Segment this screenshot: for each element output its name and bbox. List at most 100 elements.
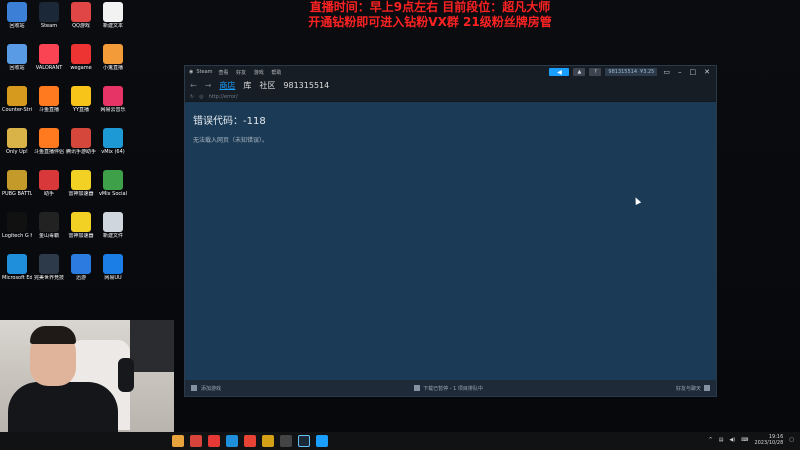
- yy-icon: [71, 86, 91, 106]
- tencent-icon: [71, 128, 91, 148]
- friends-chat-button[interactable]: 好友与聊天: [676, 385, 701, 392]
- display-icon[interactable]: ▭: [661, 68, 672, 76]
- broadcast-overlay: 直播时间：早上9点左右 目前段位：超凡大师 开通钻粉即可进入钻粉VX群 21级粉…: [230, 0, 630, 30]
- tab-library[interactable]: 库: [243, 80, 251, 91]
- desktop-icon[interactable]: 助手: [34, 170, 64, 197]
- notification-icon[interactable]: ▢: [789, 437, 794, 443]
- download-status[interactable]: 下载已暂停 - 1 项目排队中: [414, 385, 483, 392]
- download-status-text: 下载已暂停 - 1 项目排队中: [423, 385, 483, 392]
- desktop-icon[interactable]: 斗鱼直播: [34, 86, 64, 113]
- add-game-icon[interactable]: [191, 385, 197, 391]
- desktop-icon[interactable]: vMix Social: [98, 170, 128, 197]
- vmix-social-icon: [103, 170, 123, 190]
- desktop-icon[interactable]: 小鬼直播: [98, 44, 128, 71]
- desktop-icon[interactable]: QQ游戏: [66, 2, 96, 29]
- desktop-icon[interactable]: 雷神加速器: [66, 170, 96, 197]
- desktop-icon[interactable]: 迅游: [66, 254, 96, 281]
- desktop-icon-label: 斗鱼直播伴侣: [34, 149, 64, 155]
- uu-icon: [103, 254, 123, 274]
- desktop-icon-label: Counter-Strike: [2, 107, 32, 113]
- close-button[interactable]: ✕: [702, 68, 712, 76]
- steam-statusbar: 添加游戏 下载已暂停 - 1 项目排队中 好友与聊天: [185, 380, 716, 396]
- tab-community[interactable]: 社区: [259, 80, 275, 91]
- app-icon-blue[interactable]: [316, 435, 328, 447]
- desktop-icon[interactable]: vMix (64): [98, 128, 128, 155]
- tab-username[interactable]: 981315514: [283, 81, 329, 90]
- edge-taskbar-icon[interactable]: [226, 435, 238, 447]
- text-file-icon: [103, 2, 123, 22]
- desktop-icon[interactable]: YY直播: [66, 86, 96, 113]
- desktop-icon-label: 完美世界竞技平台: [34, 275, 64, 281]
- webcam-feed: [0, 320, 174, 432]
- desktop-icon-label: YY直播: [72, 107, 90, 113]
- desktop-icon[interactable]: 新建文件: [98, 212, 128, 239]
- error-page: 错误代码：-118 无法载入网页（未知错误）。: [185, 102, 716, 380]
- announcement-button[interactable]: ◀: [549, 68, 570, 76]
- desktop-icon[interactable]: Microsoft Edge: [2, 254, 32, 281]
- desktop-icon[interactable]: PUBG BATTLEGR: [2, 170, 32, 197]
- file-explorer-icon[interactable]: [172, 435, 184, 447]
- maximize-button[interactable]: □: [688, 68, 699, 76]
- desktop-icon[interactable]: Counter-Strike: [2, 86, 32, 113]
- app-icon-dark[interactable]: [280, 435, 292, 447]
- download-icon: [414, 385, 421, 391]
- wegame-icon: [71, 44, 91, 64]
- add-game-button[interactable]: 添加游戏: [201, 385, 221, 392]
- steam-title: Steam: [196, 69, 213, 75]
- error-message: 无法载入网页（未知错误）。: [193, 137, 269, 144]
- desktop-icon-label: PUBG BATTLEGR: [2, 191, 32, 197]
- desktop-icon-label: 迅游: [75, 275, 86, 281]
- keyboard-icon[interactable]: ⌨: [741, 437, 748, 443]
- desktop-icon[interactable]: Only Up!: [2, 128, 32, 155]
- menu-friends[interactable]: 好友: [236, 70, 246, 76]
- desktop-icon[interactable]: 网易云音乐: [98, 86, 128, 113]
- desktop-icon[interactable]: 完美世界竞技平台: [34, 254, 64, 281]
- notification-button[interactable]: ▲: [573, 68, 586, 76]
- account-menu[interactable]: 981315514 ¥3.25: [605, 68, 658, 76]
- desktop-icon[interactable]: Logitech G HUB: [2, 212, 32, 239]
- chrome-icon[interactable]: [244, 435, 256, 447]
- volume-icon[interactable]: ◀): [729, 437, 735, 443]
- steam-window: ◉ Steam 查看 好友 游戏 帮助 ◀ ▲ ? 981315514 ¥3.2…: [184, 65, 717, 397]
- menu-games[interactable]: 游戏: [254, 70, 264, 76]
- edge-icon: [7, 254, 27, 274]
- clock[interactable]: 19:16 2023/10/28: [754, 434, 783, 446]
- forward-arrow-icon[interactable]: →: [205, 81, 212, 90]
- tab-store[interactable]: 商店: [219, 80, 235, 91]
- desktop-icon[interactable]: wegame: [66, 44, 96, 71]
- desktop-icon-label: 斗鱼直播: [38, 107, 59, 113]
- desktop-icon[interactable]: 金山毒霸: [34, 212, 64, 239]
- desktop-icon-label: 回收站: [9, 65, 25, 71]
- desktop-icon[interactable]: 腾讯手游助手: [66, 128, 96, 155]
- back-arrow-icon[interactable]: ←: [190, 81, 197, 90]
- desktop-icon-label: 新建文件: [102, 233, 123, 239]
- url-bar: ↻ ◎ http://error/: [185, 92, 716, 102]
- thunder2-icon: [71, 212, 91, 232]
- app-icon-circle[interactable]: [208, 435, 220, 447]
- menu-help[interactable]: 帮助: [271, 70, 281, 76]
- desktop-icon[interactable]: Steam: [34, 2, 64, 29]
- url-text[interactable]: http://error/: [209, 94, 238, 100]
- network-icon[interactable]: ▤: [719, 437, 724, 443]
- steam-taskbar-icon[interactable]: [298, 435, 310, 447]
- menu-view[interactable]: 查看: [219, 70, 229, 76]
- minimize-button[interactable]: –: [676, 68, 684, 76]
- desktop-icon-label: vMix (64): [101, 149, 125, 155]
- desktop-icon-label: Logitech G HUB: [2, 233, 32, 239]
- desktop-icon[interactable]: 网易UU: [98, 254, 128, 281]
- desktop-icon-label: wegame: [70, 65, 92, 71]
- desktop-icon-label: 金山毒霸: [38, 233, 59, 239]
- steam-logo-icon: ◉: [189, 69, 194, 75]
- desktop-icon[interactable]: 回收站: [2, 44, 32, 71]
- league-icon[interactable]: [262, 435, 274, 447]
- help-button[interactable]: ?: [589, 68, 602, 76]
- reload-icon[interactable]: ↻: [190, 94, 194, 100]
- tray-chevron-icon[interactable]: ^: [708, 437, 712, 443]
- desktop-icon[interactable]: 斗鱼直播伴侣: [34, 128, 64, 155]
- app-icon-red[interactable]: [190, 435, 202, 447]
- desktop-icon[interactable]: 回收站: [2, 2, 32, 29]
- helper-icon: [39, 170, 59, 190]
- desktop-icon[interactable]: 雷神加速器: [66, 212, 96, 239]
- desktop-icon[interactable]: 新建文本: [98, 2, 128, 29]
- desktop-icon[interactable]: VALORANT: [34, 44, 64, 71]
